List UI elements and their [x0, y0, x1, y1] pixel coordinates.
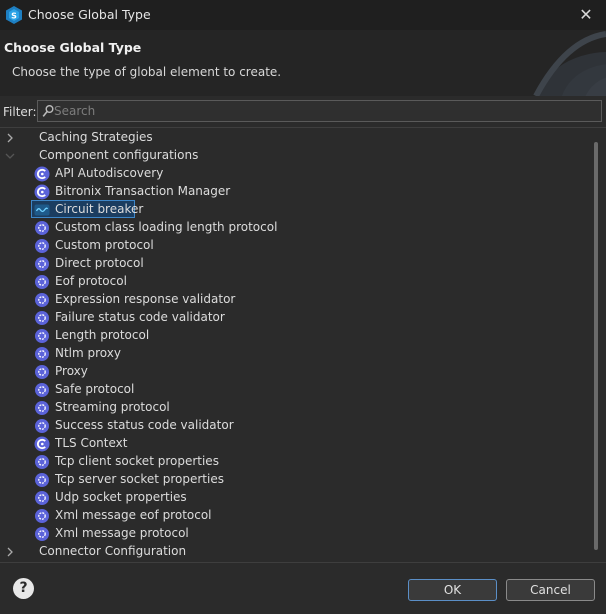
protocol-icon [35, 275, 49, 289]
tree-category-connector-configuration[interactable]: Connector Configuration [0, 543, 590, 561]
config-c-icon [34, 436, 50, 452]
close-button[interactable]: ✕ [576, 5, 596, 25]
item-label: Custom protocol [55, 238, 154, 252]
protocol-icon [35, 491, 49, 505]
ok-button[interactable]: OK [408, 579, 497, 601]
protocol-icon [35, 527, 49, 541]
tree-category-component-configurations[interactable]: Component configurations [0, 147, 590, 165]
item-label: Circuit breaker [55, 202, 144, 216]
chevron-right-icon[interactable] [5, 546, 15, 558]
global-type-tree[interactable]: Caching Strategies Component configurati… [0, 127, 606, 563]
item-label: Direct protocol [55, 256, 144, 270]
item-label: Streaming protocol [55, 400, 170, 414]
circuit-breaker-icon [34, 204, 50, 216]
tree-item-xml-message-protocol[interactable]: Xml message protocol [0, 525, 590, 543]
tree-item-custom-protocol[interactable]: Custom protocol [0, 237, 590, 255]
protocol-icon [35, 365, 49, 379]
item-label: Ntlm proxy [55, 346, 121, 360]
protocol-icon [35, 455, 49, 469]
item-label: Xml message protocol [55, 526, 189, 540]
category-label: Caching Strategies [39, 130, 153, 144]
item-label: Tcp server socket properties [55, 472, 224, 486]
search-input[interactable] [54, 102, 594, 120]
header-description: Choose the type of global element to cre… [12, 65, 282, 79]
item-label: Custom class loading length protocol [55, 220, 278, 234]
title-bar: S Choose Global Type ✕ [0, 0, 606, 30]
item-label: Failure status code validator [55, 310, 225, 324]
protocol-icon [35, 401, 49, 415]
protocol-icon [35, 329, 49, 343]
tree-item-safe-protocol[interactable]: Safe protocol [0, 381, 590, 399]
tree-item-api-autodiscovery[interactable]: API Autodiscovery [0, 165, 590, 183]
config-c-icon [34, 184, 50, 200]
header-banner-graphic [533, 31, 606, 96]
protocol-icon [35, 509, 49, 523]
protocol-icon [35, 419, 49, 433]
tree-item-streaming-protocol[interactable]: Streaming protocol [0, 399, 590, 417]
tree-item-circuit-breaker[interactable]: Circuit breaker [0, 200, 590, 219]
dialog-header: Choose Global Type Choose the type of gl… [0, 30, 606, 96]
protocol-icon [35, 293, 49, 307]
protocol-icon [35, 311, 49, 325]
item-label: Xml message eof protocol [55, 508, 212, 522]
chevron-down-icon[interactable] [5, 150, 15, 162]
protocol-icon [35, 347, 49, 361]
item-label: Udp socket properties [55, 490, 187, 504]
item-label: Length protocol [55, 328, 150, 342]
item-label: Bitronix Transaction Manager [55, 184, 231, 198]
item-label: API Autodiscovery [55, 166, 164, 180]
tree-item-tcp-client-socket-properties[interactable]: Tcp client socket properties [0, 453, 590, 471]
chevron-right-icon[interactable] [5, 132, 15, 144]
svg-text:S: S [11, 12, 17, 21]
window-title: Choose Global Type [28, 7, 151, 22]
protocol-icon [35, 221, 49, 235]
tree-item-ntlm-proxy[interactable]: Ntlm proxy [0, 345, 590, 363]
category-label: Connector Configuration [39, 544, 187, 558]
help-icon[interactable]: ? [13, 578, 34, 599]
item-label: Proxy [55, 364, 88, 378]
tree-item-xml-message-eof-protocol[interactable]: Xml message eof protocol [0, 507, 590, 525]
search-box[interactable] [37, 100, 602, 122]
category-label: Component configurations [39, 148, 199, 162]
tree-item-udp-socket-properties[interactable]: Udp socket properties [0, 489, 590, 507]
tree-item-proxy[interactable]: Proxy [0, 363, 590, 381]
item-label: Tcp client socket properties [55, 454, 219, 468]
tree-scrollbar[interactable] [594, 142, 598, 550]
tree-item-eof-protocol[interactable]: Eof protocol [0, 273, 590, 291]
header-title: Choose Global Type [4, 40, 142, 55]
app-logo-icon: S [6, 6, 22, 24]
item-label: TLS Context [55, 436, 128, 450]
protocol-icon [35, 473, 49, 487]
search-icon [42, 105, 54, 117]
tree-item-tls-context[interactable]: TLS Context [0, 435, 590, 453]
tree-item-expression-response-validator[interactable]: Expression response validator [0, 291, 590, 309]
tree-item-length-protocol[interactable]: Length protocol [0, 327, 590, 345]
tree-item-success-status-code-validator[interactable]: Success status code validator [0, 417, 590, 435]
protocol-icon [35, 257, 49, 271]
tree-item-failure-status-code-validator[interactable]: Failure status code validator [0, 309, 590, 327]
filter-row: Filter: [0, 100, 606, 124]
item-label: Expression response validator [55, 292, 236, 306]
item-label: Safe protocol [55, 382, 135, 396]
tree-item-custom-class-loading-length-protocol[interactable]: Custom class loading length protocol [0, 219, 590, 237]
tree-item-tcp-server-socket-properties[interactable]: Tcp server socket properties [0, 471, 590, 489]
cancel-button[interactable]: Cancel [506, 579, 595, 601]
item-label: Success status code validator [55, 418, 234, 432]
config-c-icon [34, 166, 50, 182]
protocol-icon [35, 383, 49, 397]
protocol-icon [35, 239, 49, 253]
filter-label: Filter: [3, 105, 37, 119]
item-label: Eof protocol [55, 274, 127, 288]
dialog-footer: ? OK Cancel [0, 564, 606, 614]
tree-category-caching-strategies[interactable]: Caching Strategies [0, 129, 590, 147]
tree-item-bitronix-transaction-manager[interactable]: Bitronix Transaction Manager [0, 183, 590, 201]
tree-item-direct-protocol[interactable]: Direct protocol [0, 255, 590, 273]
